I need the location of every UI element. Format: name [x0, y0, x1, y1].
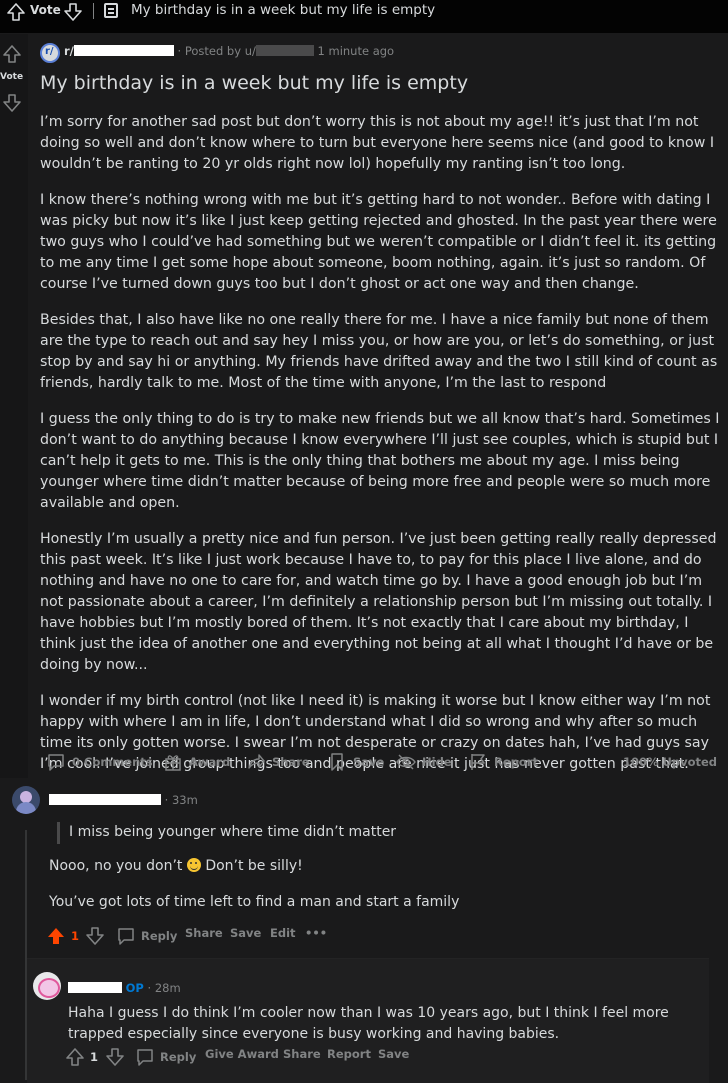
- post-paragraph: I’m sorry for another sad post but don’t…: [40, 114, 715, 172]
- top-bar: Vote My birthday is in a week but my lif…: [0, 0, 728, 34]
- vote-label: Vote: [30, 3, 61, 17]
- score: 1: [71, 929, 80, 943]
- reply-label: Reply: [141, 929, 178, 943]
- upvote-arrow-icon: [48, 928, 64, 944]
- more-options-icon[interactable]: •••: [305, 926, 327, 940]
- comment-meta: · 33m: [49, 793, 198, 807]
- share-button[interactable]: Share: [185, 926, 223, 940]
- op-badge: OP: [125, 981, 144, 995]
- post-card: Vote r/ · Posted by u/ 1 minute ago My b…: [0, 34, 728, 778]
- post-body: I’m sorry for another sad post but don’t…: [40, 112, 720, 790]
- eye-slash-icon: [396, 754, 416, 770]
- comment-icon: [137, 1049, 153, 1066]
- comments-section: · 33m I miss being younger where time di…: [0, 778, 728, 1083]
- comment-meta: OP · 28m: [68, 981, 181, 995]
- post-paragraph: I guess the only thing to do is try to m…: [40, 411, 720, 511]
- comment-icon: [118, 928, 134, 945]
- hide-label: Hide: [422, 755, 452, 769]
- comment-text-part: Don’t be silly!: [205, 858, 303, 874]
- upvote-arrow-icon[interactable]: [6, 2, 26, 26]
- subreddit-link[interactable]: r/: [64, 44, 74, 58]
- vote-rail: Vote: [0, 34, 28, 778]
- comment-text: Haha I guess I do think I’m cooler now t…: [68, 1005, 669, 1042]
- avatar[interactable]: [33, 972, 61, 1000]
- quoted-text: I miss being younger where time didn’t m…: [57, 822, 396, 844]
- comment-text: Nooo, no you don’t Don’t be silly!: [49, 858, 303, 874]
- downvote-button[interactable]: [105, 1047, 125, 1067]
- share-button[interactable]: Share: [283, 1047, 321, 1061]
- post-time: 1 minute ago: [317, 44, 395, 58]
- upvote-arrow-icon[interactable]: [2, 44, 22, 68]
- page-title: My birthday is in a week but my life is …: [131, 2, 436, 18]
- save-button[interactable]: Save: [378, 1047, 409, 1061]
- post-icon: [104, 3, 118, 18]
- reply-label: Reply: [160, 1050, 197, 1064]
- comments-button[interactable]: 0 Comments: [46, 752, 153, 772]
- redacted-username: [68, 982, 122, 993]
- comments-label: 0 Comments: [72, 755, 153, 769]
- save-button[interactable]: Save: [230, 926, 261, 940]
- report-button[interactable]: Report: [327, 1047, 371, 1061]
- hide-button[interactable]: Hide: [396, 752, 452, 772]
- post-paragraph: Besides that, I also have like no one re…: [40, 312, 718, 391]
- downvote-button[interactable]: [85, 926, 105, 946]
- share-button[interactable]: Share: [246, 752, 310, 772]
- share-label: Share: [272, 755, 310, 769]
- post-paragraph: Honestly I’m usually a pretty nice and f…: [40, 531, 717, 673]
- comment-text-part: Nooo, no you don’t: [49, 858, 183, 874]
- share-icon: [248, 754, 265, 769]
- upvote-ratio: 100% Upvoted: [622, 755, 717, 769]
- posted-by-label: · Posted by u/: [177, 44, 256, 58]
- edit-button[interactable]: Edit: [270, 926, 296, 940]
- comment-time: · 33m: [164, 793, 198, 807]
- bookmark-icon: [331, 753, 343, 771]
- post-paragraph: I know there’s nothing wrong with me but…: [40, 192, 717, 292]
- reply-button[interactable]: Reply: [116, 926, 177, 946]
- post-title: My birthday is in a week but my life is …: [40, 72, 469, 94]
- redacted-subreddit: [73, 45, 174, 56]
- reply-button[interactable]: Reply: [135, 1047, 196, 1067]
- comment-actions: 1 Reply Give Award Share Report Save: [65, 1047, 465, 1067]
- redacted-username: [49, 794, 161, 805]
- reply-comment: OP · 28m Haha I guess I do think I’m coo…: [27, 958, 709, 1083]
- downvote-arrow-icon: [86, 927, 104, 945]
- award-label: Award: [189, 755, 231, 769]
- upvote-button[interactable]: 1: [65, 1047, 98, 1067]
- post-actions: 0 Comments Award Share Save Hide Report …: [46, 752, 722, 772]
- comment-icon: [48, 754, 64, 771]
- post-meta: r/ · Posted by u/ 1 minute ago: [64, 44, 394, 58]
- subreddit-icon[interactable]: [40, 43, 60, 63]
- downvote-arrow-icon[interactable]: [63, 2, 83, 26]
- vote-label: Vote: [0, 72, 24, 82]
- comment-actions: 1 Reply Share Save Edit •••: [46, 926, 386, 946]
- divider: [93, 3, 94, 19]
- gift-icon: [165, 755, 181, 771]
- comment-text: You’ve got lots of time left to find a m…: [49, 894, 460, 910]
- save-label: Save: [353, 755, 385, 769]
- downvote-arrow-icon: [106, 1048, 124, 1066]
- score: 1: [90, 1050, 99, 1064]
- report-label: Report: [494, 755, 538, 769]
- avatar[interactable]: [12, 786, 40, 814]
- comment-time: · 28m: [147, 981, 181, 995]
- downvote-arrow-icon[interactable]: [2, 93, 22, 117]
- report-button[interactable]: Report: [468, 752, 538, 772]
- award-button[interactable]: Award: [163, 752, 230, 772]
- smile-emoji-icon: [186, 858, 201, 872]
- upvote-button[interactable]: 1: [46, 926, 79, 946]
- flag-icon: [471, 754, 485, 770]
- save-button[interactable]: Save: [327, 752, 384, 772]
- redacted-username: [255, 45, 314, 56]
- upvote-arrow-icon: [66, 1048, 84, 1066]
- give-award-button[interactable]: Give Award: [205, 1047, 279, 1061]
